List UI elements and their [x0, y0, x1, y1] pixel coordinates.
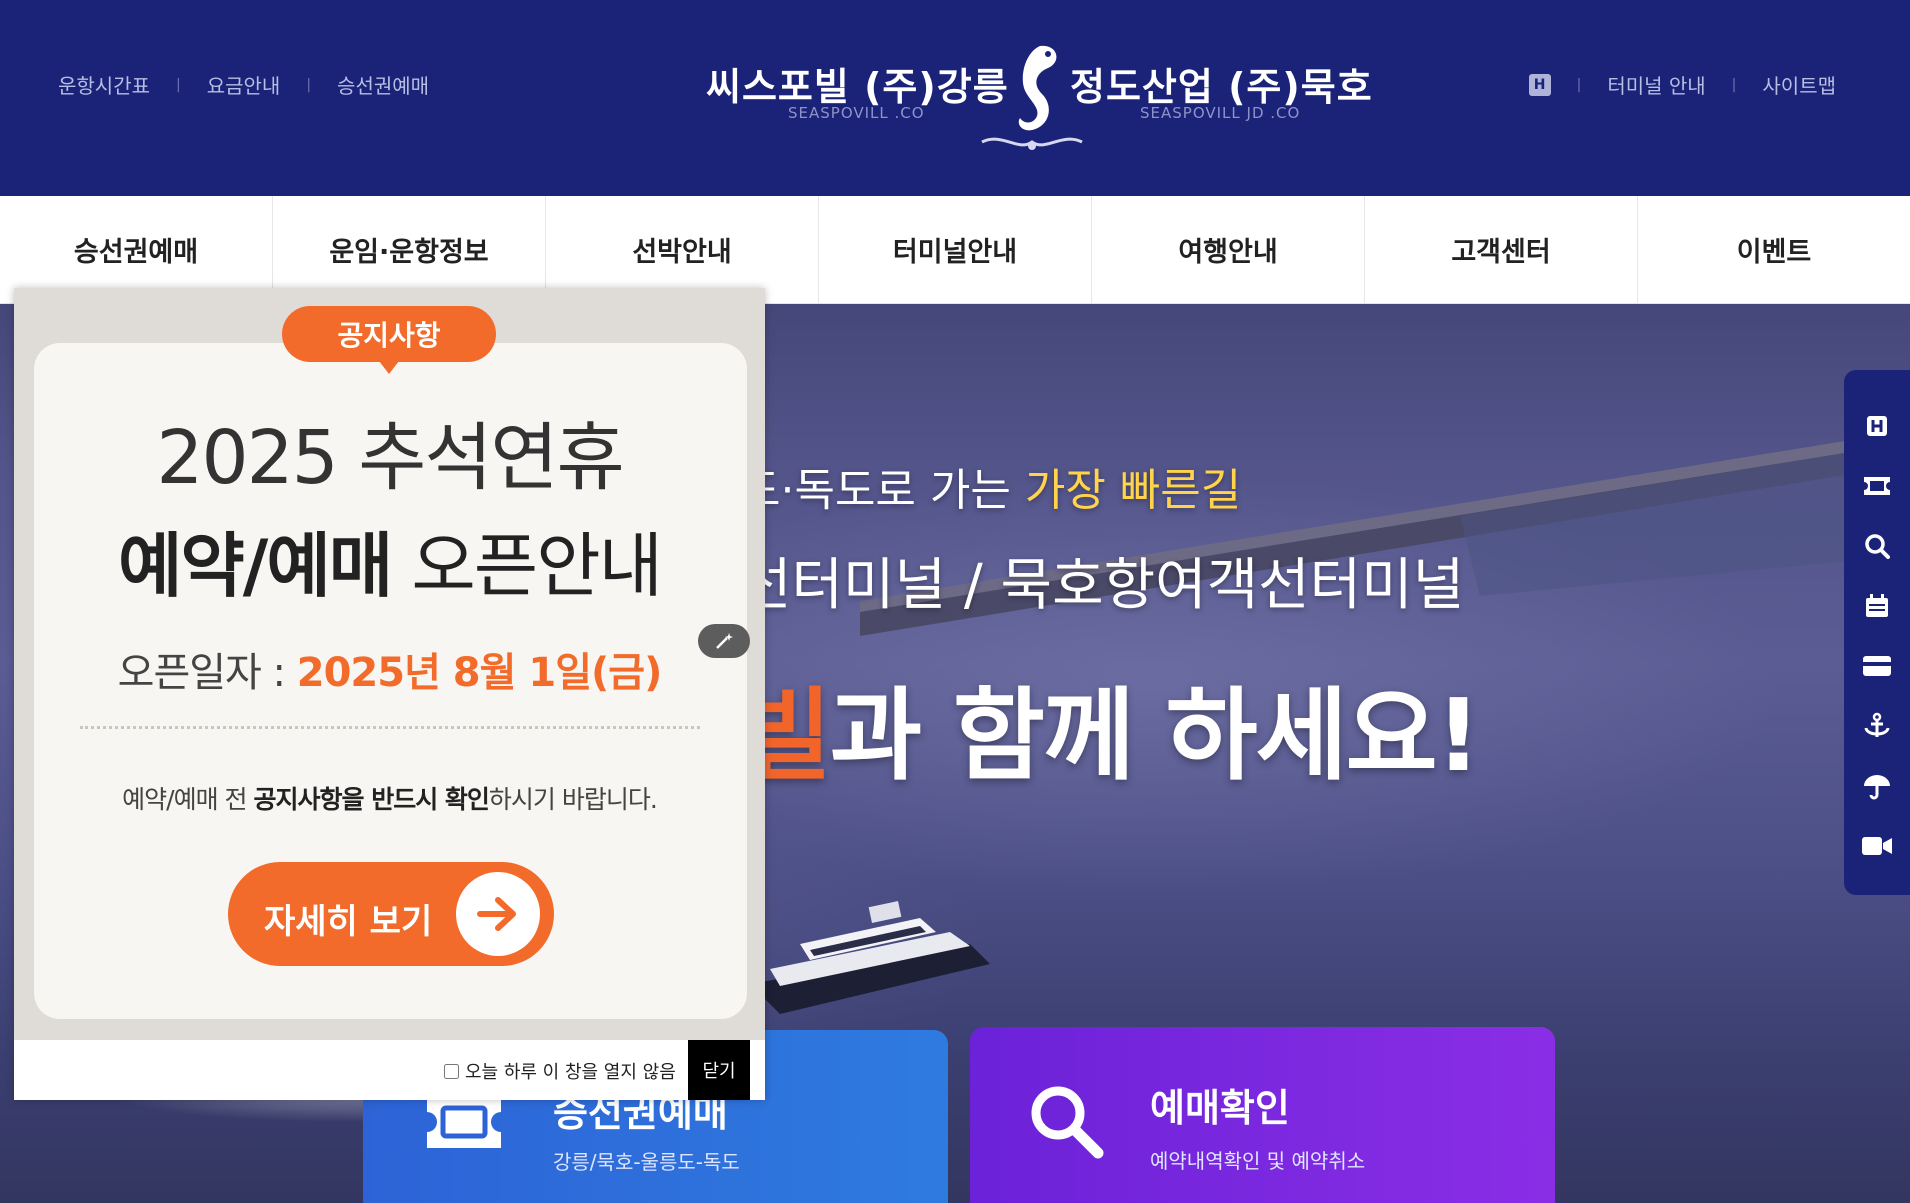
dont-show-today-label: 오늘 하루 이 창을 열지 않음: [465, 1062, 676, 1083]
popup-msg-post: 하시기 바랍니다.: [488, 785, 658, 814]
h-badge-icon[interactable]: H: [1528, 73, 1551, 96]
divider: |: [1731, 76, 1737, 93]
divider: |: [306, 76, 312, 93]
hero-tagline: 도·독도로 가는 가장 빠른길: [740, 454, 1241, 518]
ferry-ship-image: [750, 901, 990, 1014]
popup-banner[interactable]: 공지사항 2025 추석연휴 예약/예매 오픈안내 오픈일자 : 2025년 8…: [14, 288, 765, 1040]
check-card-subtitle: 예약내역확인 및 예약취소: [1150, 1149, 1366, 1173]
edit-wand-icon[interactable]: [698, 624, 750, 658]
quick-video-icon[interactable]: [1844, 826, 1910, 866]
hero-headline-text: 과 함께 하세요!: [830, 677, 1481, 794]
hero-terminals: 선터미널 / 묵호항여객선터미널: [740, 553, 1465, 618]
popup-title-rest: 오픈안내: [391, 525, 663, 607]
dont-show-today-checkbox[interactable]: [444, 1063, 459, 1079]
site-header: 운항시간표 | 요금안내 | 승선권예매 씨스포빌 (주)강릉 SEASPOVI…: [0, 0, 1910, 196]
popup-title-year: 2025 추석연휴: [156, 415, 624, 501]
utility-nav-left: 운항시간표 | 요금안내 | 승선권예매: [58, 70, 429, 99]
details-button[interactable]: 자세히 보기: [228, 862, 554, 966]
popup-date-value: 2025년 8월 1일(금): [296, 650, 663, 696]
quick-ticket-icon[interactable]: [1844, 466, 1910, 506]
ticket-card-subtitle: 강릉/묵호-울릉도-독도: [553, 1150, 740, 1174]
notice-popup: 공지사항 2025 추석연휴 예약/예매 오픈안내 오픈일자 : 2025년 8…: [14, 288, 765, 1100]
divider: |: [176, 76, 181, 93]
util-link-booking[interactable]: 승선권예매: [337, 70, 429, 99]
check-card-title: 예매확인: [1150, 1086, 1290, 1130]
popup-msg-bold: 공지사항을 반드시 확인: [253, 785, 490, 814]
quick-calendar-icon[interactable]: [1844, 586, 1910, 626]
logo-right-sub: SEASPOVILL JD .CO: [1140, 104, 1301, 122]
quick-anchor-icon[interactable]: [1844, 706, 1910, 746]
util-link-schedule[interactable]: 운항시간표: [58, 70, 150, 99]
popup-open-date: 오픈일자 : 2025년 8월 1일(금): [14, 640, 765, 698]
hero-headline: 빌과 함께 하세요!: [740, 654, 1481, 799]
site-logo[interactable]: 씨스포빌 (주)강릉 SEASPOVILL .CO 정도산업 (주)묵호 SEA…: [700, 40, 1372, 160]
arrow-right-icon: [456, 872, 540, 956]
popup-title-bold: 예약/예매: [117, 525, 393, 607]
divider: |: [1576, 76, 1582, 93]
dotted-divider: [80, 726, 700, 729]
logo-right-name: 정도산업 (주)묵호: [1070, 65, 1373, 109]
nav-item-events[interactable]: 이벤트: [1638, 196, 1910, 303]
popup-close-button[interactable]: 닫기: [688, 1040, 750, 1100]
popup-date-label: 오픈일자 :: [117, 650, 297, 696]
util-link-fares[interactable]: 요금안내: [207, 70, 281, 99]
quick-search-icon[interactable]: [1844, 526, 1910, 566]
nav-item-fares-schedule[interactable]: 운임·운항정보: [273, 196, 546, 303]
nav-item-ships[interactable]: 선박안내: [546, 196, 819, 303]
logo-left-sub: SEASPOVILL .CO: [788, 104, 925, 122]
hero-tagline-text: 도·독도로 가는: [740, 465, 1025, 516]
quick-card-icon[interactable]: [1844, 646, 1910, 686]
popup-msg-pre: 예약/예매 전: [122, 785, 254, 814]
nav-item-terminal[interactable]: 터미널안내: [819, 196, 1092, 303]
quick-h-icon[interactable]: [1844, 406, 1910, 446]
popup-footer: 오늘 하루 이 창을 열지 않음 닫기: [14, 1040, 765, 1100]
notice-tag: 공지사항: [282, 306, 496, 374]
nav-item-customer-center[interactable]: 고객센터: [1365, 196, 1638, 303]
dont-show-today[interactable]: 오늘 하루 이 창을 열지 않음: [444, 1058, 676, 1084]
quick-umbrella-icon[interactable]: [1844, 766, 1910, 806]
popup-title-open: 예약/예매 오픈안내: [14, 510, 765, 611]
quick-menu-bar: [1844, 370, 1910, 895]
util-link-terminal[interactable]: 터미널 안내: [1607, 70, 1705, 99]
nav-item-booking[interactable]: 승선권예매: [0, 196, 273, 303]
hero-tagline-highlight: 가장 빠른길: [1024, 465, 1242, 516]
search-icon: [1031, 1086, 1104, 1159]
nav-item-travel[interactable]: 여행안내: [1092, 196, 1365, 303]
details-button-label: 자세히 보기: [264, 902, 433, 942]
popup-message: 예약/예매 전 공지사항을 반드시 확인하시기 바랍니다.: [14, 780, 765, 816]
util-link-sitemap[interactable]: 사이트맵: [1762, 70, 1836, 99]
utility-nav-right: H | 터미널 안내 | 사이트맵: [1528, 70, 1836, 99]
booking-check-card[interactable]: 예매확인 예약내역확인 및 예약취소: [970, 1027, 1555, 1203]
